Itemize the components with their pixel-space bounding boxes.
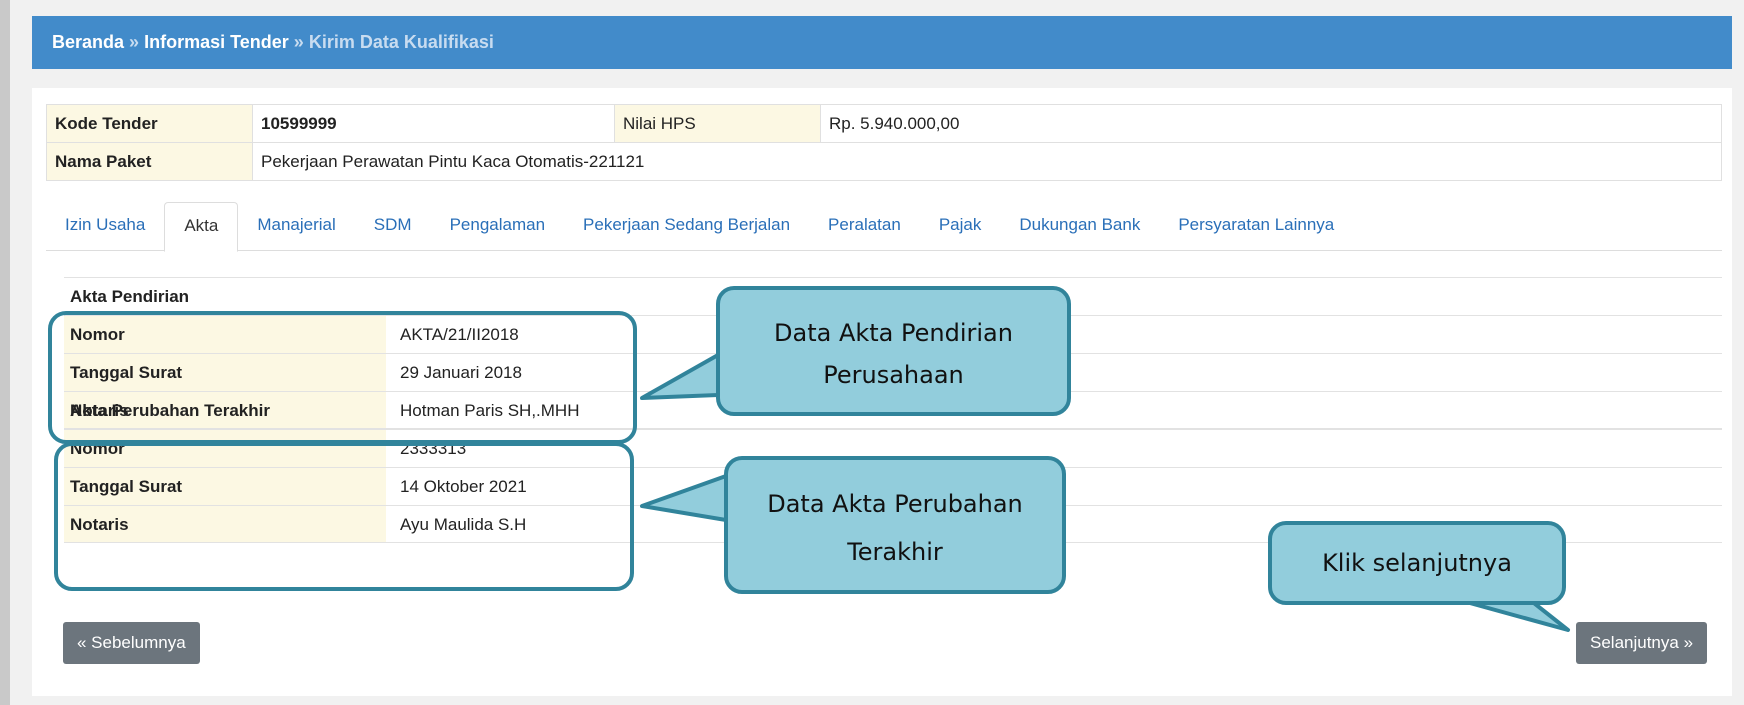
- breadcrumb-home[interactable]: Beranda: [52, 32, 124, 52]
- akta-perubahan-highlight: [54, 442, 634, 591]
- breadcrumb: Beranda » Informasi Tender » Kirim Data …: [32, 16, 1732, 69]
- callout-text: Terakhir: [847, 538, 943, 566]
- breadcrumb-separator: »: [293, 32, 304, 52]
- nilai-hps-value: Rp. 5.940.000,00: [820, 104, 1722, 143]
- callout-akta-perubahan: Data Akta Perubahan Terakhir: [724, 456, 1066, 594]
- table-row: Kode Tender 10599999 Nilai HPS Rp. 5.940…: [46, 104, 1722, 143]
- callout-text: Klik selanjutnya: [1322, 549, 1512, 577]
- tender-info-table: Kode Tender 10599999 Nilai HPS Rp. 5.940…: [46, 104, 1722, 181]
- akta-pendirian-highlight: [48, 311, 637, 444]
- tab-pekerjaan-sedang-berjalan[interactable]: Pekerjaan Sedang Berjalan: [564, 202, 809, 251]
- tab-akta[interactable]: Akta: [164, 202, 239, 252]
- prev-button[interactable]: « Sebelumnya: [63, 622, 200, 664]
- tab-persyaratan-lainnya[interactable]: Persyaratan Lainnya: [1159, 202, 1353, 251]
- tab-izin-usaha[interactable]: Izin Usaha: [46, 202, 164, 251]
- nilai-hps-label: Nilai HPS: [614, 104, 821, 143]
- breadcrumb-separator: »: [129, 32, 140, 52]
- tab-peralatan[interactable]: Peralatan: [809, 202, 920, 251]
- kode-tender-value: 10599999: [252, 104, 615, 143]
- callout-text: Data Akta Pendirian: [774, 319, 1013, 347]
- next-button[interactable]: Selanjutnya »: [1576, 622, 1708, 664]
- kode-tender-label: Kode Tender: [46, 104, 253, 143]
- nama-paket-value: Pekerjaan Perawatan Pintu Kaca Otomatis-…: [252, 142, 1722, 181]
- callout-akta-pendirian: Data Akta Pendirian Perusahaan: [716, 286, 1071, 416]
- nama-paket-label: Nama Paket: [46, 142, 253, 181]
- callout-text: Perusahaan: [823, 361, 964, 389]
- tab-sdm[interactable]: SDM: [355, 202, 431, 251]
- tab-pajak[interactable]: Pajak: [920, 202, 1001, 251]
- tab-bar: Izin Usaha Akta Manajerial SDM Pengalama…: [46, 202, 1722, 252]
- tab-manajerial[interactable]: Manajerial: [238, 202, 354, 251]
- callout-klik-selanjutnya: Klik selanjutnya: [1268, 521, 1566, 605]
- callout-text: Data Akta Perubahan: [767, 490, 1023, 518]
- tab-dukungan-bank[interactable]: Dukungan Bank: [1000, 202, 1159, 251]
- breadcrumb-current: Kirim Data Kualifikasi: [308, 32, 494, 52]
- tab-pengalaman[interactable]: Pengalaman: [431, 202, 564, 251]
- breadcrumb-info-tender[interactable]: Informasi Tender: [144, 32, 289, 52]
- table-row: Nama Paket Pekerjaan Perawatan Pintu Kac…: [46, 142, 1722, 181]
